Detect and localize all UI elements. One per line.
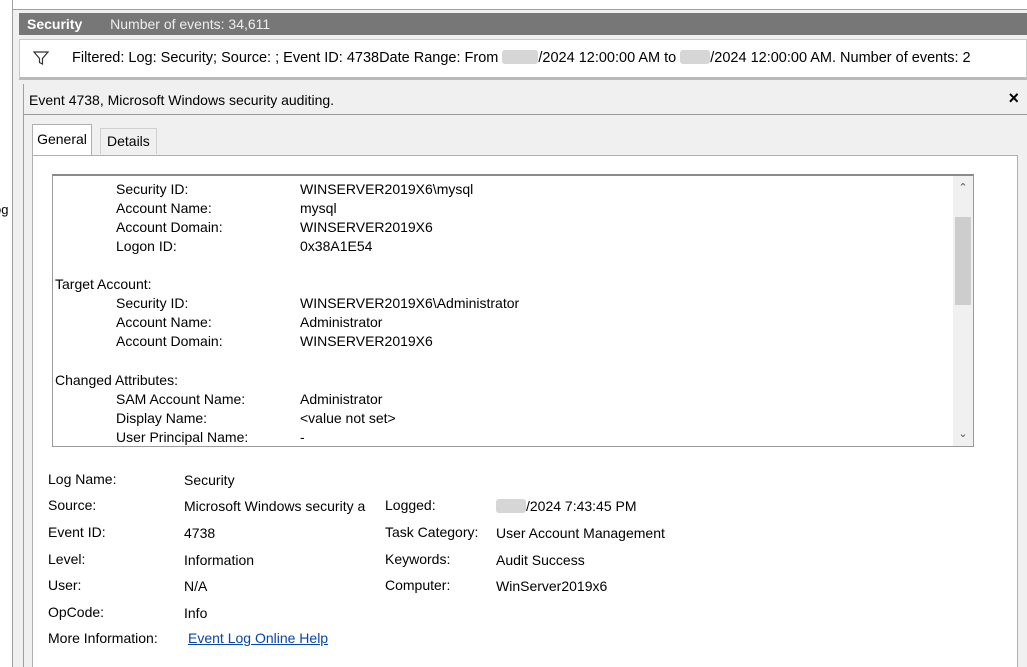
user-label: User: (48, 577, 82, 593)
tab-details[interactable]: Details (100, 128, 157, 154)
subject-account-name-value: mysql (300, 200, 337, 216)
event-id-value: 4738 (184, 525, 216, 541)
opcode-label: OpCode: (48, 604, 105, 620)
upn-label: User Principal Name: (116, 429, 249, 445)
target-account-domain-label: Account Domain: (116, 333, 223, 349)
log-name-title: Security (27, 16, 83, 32)
filter-text-part1: Filtered: Log: Security; Source: ; Event… (72, 50, 503, 66)
general-tab-panel: Security ID: WINSERVER2019X6\mysql Accou… (32, 155, 1018, 667)
logged-label: Logged: (385, 497, 436, 513)
opcode-value: Info (184, 605, 208, 621)
event-detail-pane: Event 4738, Microsoft Windows security a… (23, 84, 1027, 667)
scrollbar-thumb[interactable] (955, 217, 971, 305)
target-account-name-value: Administrator (300, 314, 383, 330)
left-navigation-pane: og (0, 0, 13, 667)
redacted-date (680, 50, 711, 64)
redacted-date (496, 499, 526, 513)
tab-general[interactable]: General (32, 124, 92, 156)
target-account-domain-value: WINSERVER2019X6 (300, 333, 433, 349)
keywords-value: Audit Success (496, 552, 585, 568)
textbox-scrollbar[interactable]: ⌃ ⌄ (953, 176, 973, 446)
event-count: Number of events: 34,611 (110, 16, 271, 32)
upn-value: - (300, 429, 305, 445)
target-security-id-label: Security ID: (116, 295, 189, 311)
display-name-value: <value not set> (300, 410, 396, 426)
target-account-heading: Target Account: (55, 276, 152, 292)
redacted-date (502, 50, 539, 64)
subject-logon-id-label: Logon ID: (116, 238, 177, 254)
subject-account-name-label: Account Name: (116, 200, 212, 216)
sam-account-name-value: Administrator (300, 391, 383, 407)
scroll-up-arrow-icon[interactable]: ⌃ (953, 179, 973, 197)
logged-time: /2024 7:43:45 PM (526, 498, 637, 514)
event-properties: Log Name: Security Source: Microsoft Win… (33, 456, 1017, 656)
subject-account-domain-value: WINSERVER2019X6 (300, 219, 433, 235)
event-viewer-main: Security Number of events: 34,611 Filter… (13, 0, 1027, 667)
log-name-label: Log Name: (48, 471, 117, 487)
subject-security-id-label: Security ID: (116, 181, 189, 197)
event-title: Event 4738, Microsoft Windows security a… (29, 92, 335, 108)
task-category-label: Task Category: (385, 524, 479, 540)
event-description-textbox[interactable]: Security ID: WINSERVER2019X6\mysql Accou… (52, 174, 974, 447)
source-value: Microsoft Windows security a (184, 498, 366, 514)
clipped-nav-text: og (0, 202, 9, 217)
changed-attributes-heading: Changed Attributes: (55, 372, 178, 388)
target-security-id-value: WINSERVER2019X6\Administrator (300, 295, 520, 311)
event-detail-header: Event 4738, Microsoft Windows security a… (24, 84, 1027, 115)
scroll-down-arrow-icon[interactable]: ⌄ (953, 425, 973, 443)
event-log-online-help-link[interactable]: Event Log Online Help (188, 630, 328, 646)
log-titlebar: Security Number of events: 34,611 (19, 13, 1027, 35)
filter-bar: Filtered: Log: Security; Source: ; Event… (19, 39, 1027, 80)
level-label: Level: (48, 551, 86, 567)
computer-label: Computer: (385, 577, 451, 593)
log-name-value: Security (184, 472, 235, 488)
more-information-label: More Information: (48, 630, 158, 646)
sam-account-name-label: SAM Account Name: (116, 391, 246, 407)
filter-description: Filtered: Log: Security; Source: ; Event… (72, 50, 971, 66)
logged-value: /2024 7:43:45 PM (496, 498, 637, 514)
subject-account-domain-label: Account Domain: (116, 219, 223, 235)
computer-value: WinServer2019x6 (496, 578, 608, 594)
filter-text-part2: /2024 12:00:00 AM to (538, 50, 681, 66)
level-value: Information (184, 552, 255, 568)
event-id-label: Event ID: (48, 524, 106, 540)
keywords-label: Keywords: (385, 551, 451, 567)
close-icon[interactable]: × (1008, 88, 1019, 109)
subject-security-id-value: WINSERVER2019X6\mysql (300, 181, 474, 197)
filter-funnel-icon (33, 51, 49, 65)
subject-logon-id-value: 0x38A1E54 (300, 238, 373, 254)
display-name-label: Display Name: (116, 410, 208, 426)
filter-text-part3: /2024 12:00:00 AM. Number of events: 2 (710, 50, 971, 66)
top-divider (13, 0, 1027, 10)
user-value: N/A (184, 578, 208, 594)
target-account-name-label: Account Name: (116, 314, 212, 330)
source-label: Source: (48, 497, 97, 513)
task-category-value: User Account Management (496, 525, 665, 541)
